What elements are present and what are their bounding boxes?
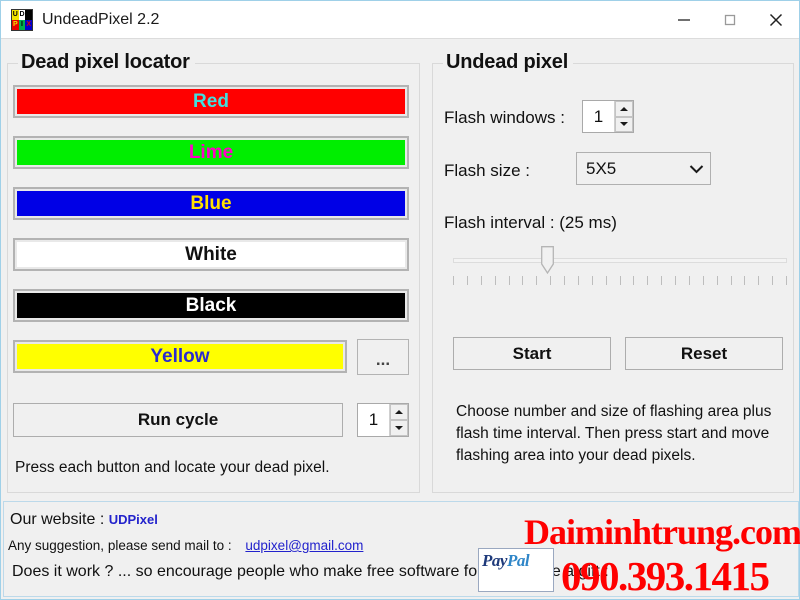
- website-label: Our website :: [10, 511, 105, 528]
- dead-pixel-hint: Press each button and locate your dead p…: [15, 459, 330, 476]
- color-button-black-label: Black: [185, 294, 237, 316]
- undead-pixel-description-line1: Choose number and size of flashing area …: [456, 403, 772, 420]
- undeadpixel-app-icon: U D P I X: [11, 8, 33, 31]
- color-swatch-red: Red: [17, 89, 405, 114]
- color-button-red[interactable]: Red: [13, 85, 409, 118]
- flash-size-select[interactable]: 5X5: [576, 152, 711, 185]
- paypal-word-pal: Pal: [506, 551, 530, 570]
- undead-pixel-title: Undead pixel: [443, 51, 574, 74]
- flash-windows-down-icon[interactable]: [615, 116, 633, 132]
- window-controls: [661, 1, 799, 39]
- watermark-website: Daiminhtrung.com: [524, 512, 800, 552]
- color-button-black[interactable]: Black: [13, 289, 409, 322]
- undead-pixel-description: Choose number and size of flashing area …: [456, 401, 786, 467]
- color-swatch-lime: Lime: [17, 140, 405, 165]
- mail-label: Any suggestion, please send mail to :: [8, 538, 232, 553]
- color-button-blue-label: Blue: [190, 192, 232, 214]
- color-swatch-black: Black: [17, 293, 405, 318]
- color-swatch-yellow: Yellow: [17, 344, 343, 369]
- website-row: Our website : UDPixel: [10, 511, 158, 529]
- cycle-count-down-icon[interactable]: [390, 420, 408, 436]
- undead-pixel-description-line2: flash time interval. Then press start an…: [456, 425, 770, 442]
- flash-windows-label: Flash windows :: [444, 108, 565, 127]
- flash-windows-stepper[interactable]: 1: [582, 100, 634, 133]
- app-icon-cell-3: [25, 9, 32, 20]
- cycle-count-stepper[interactable]: 1: [357, 403, 409, 437]
- maximize-icon[interactable]: [707, 1, 753, 39]
- flash-interval-slider[interactable]: [453, 244, 787, 288]
- flash-windows-value[interactable]: 1: [583, 101, 614, 132]
- run-cycle-button[interactable]: Run cycle: [13, 403, 343, 437]
- flash-windows-up-icon[interactable]: [615, 101, 633, 117]
- mail-row: Any suggestion, please send mail to : ud…: [8, 538, 363, 553]
- color-button-white-label: White: [185, 243, 237, 265]
- app-icon-cell-2: D: [18, 9, 26, 20]
- website-link[interactable]: UDPixel: [109, 512, 158, 527]
- slider-track[interactable]: [453, 258, 787, 263]
- color-button-lime[interactable]: Lime: [13, 136, 409, 169]
- title-bar: U D P I X UndeadPixel 2.2: [1, 1, 799, 39]
- slider-thumb[interactable]: [540, 246, 554, 275]
- color-swatch-blue: Blue: [17, 191, 405, 216]
- flash-interval-label: Flash interval : (25 ms): [444, 213, 617, 232]
- more-colors-button[interactable]: ...: [357, 339, 409, 375]
- paypal-word-pay: Pay: [482, 551, 507, 570]
- app-icon-cell-1: U: [12, 9, 19, 20]
- chevron-down-icon[interactable]: [682, 164, 710, 174]
- cycle-count-arrows: [389, 404, 408, 436]
- cycle-count-value[interactable]: 1: [358, 404, 389, 436]
- window-title: UndeadPixel 2.2: [42, 10, 160, 28]
- close-icon[interactable]: [753, 1, 799, 39]
- color-button-lime-label: Lime: [188, 141, 234, 163]
- app-icon-cell-5: I: [18, 19, 26, 30]
- paypal-logo: PayPal: [482, 551, 530, 571]
- minimize-icon[interactable]: [661, 1, 707, 39]
- start-button[interactable]: Start: [453, 337, 611, 370]
- app-icon-cell-6: X: [25, 19, 32, 30]
- app-icon-cell-4: P: [12, 19, 19, 30]
- undead-pixel-description-line3: flashing area into your dead pixels.: [456, 447, 696, 464]
- watermark-phone: 090.393.1415: [561, 553, 770, 599]
- flash-size-value: 5X5: [586, 158, 617, 178]
- dead-pixel-locator-title: Dead pixel locator: [18, 51, 195, 74]
- color-button-yellow-label: Yellow: [150, 345, 210, 367]
- color-button-red-label: Red: [193, 90, 229, 112]
- flash-size-label: Flash size :: [444, 161, 530, 180]
- mail-link[interactable]: udpixel@gmail.com: [245, 538, 363, 553]
- cycle-count-up-icon[interactable]: [390, 404, 408, 420]
- color-button-blue[interactable]: Blue: [13, 187, 409, 220]
- color-button-yellow[interactable]: Yellow: [13, 340, 347, 373]
- slider-ticks: [453, 276, 787, 285]
- color-button-white[interactable]: White: [13, 238, 409, 271]
- color-swatch-white: White: [17, 242, 405, 267]
- reset-button[interactable]: Reset: [625, 337, 783, 370]
- undeadpixel-window: U D P I X UndeadPixel 2.2 Dead pixel loc…: [0, 0, 800, 600]
- flash-windows-arrows: [614, 101, 633, 132]
- paypal-donate-button[interactable]: PayPal: [478, 548, 554, 592]
